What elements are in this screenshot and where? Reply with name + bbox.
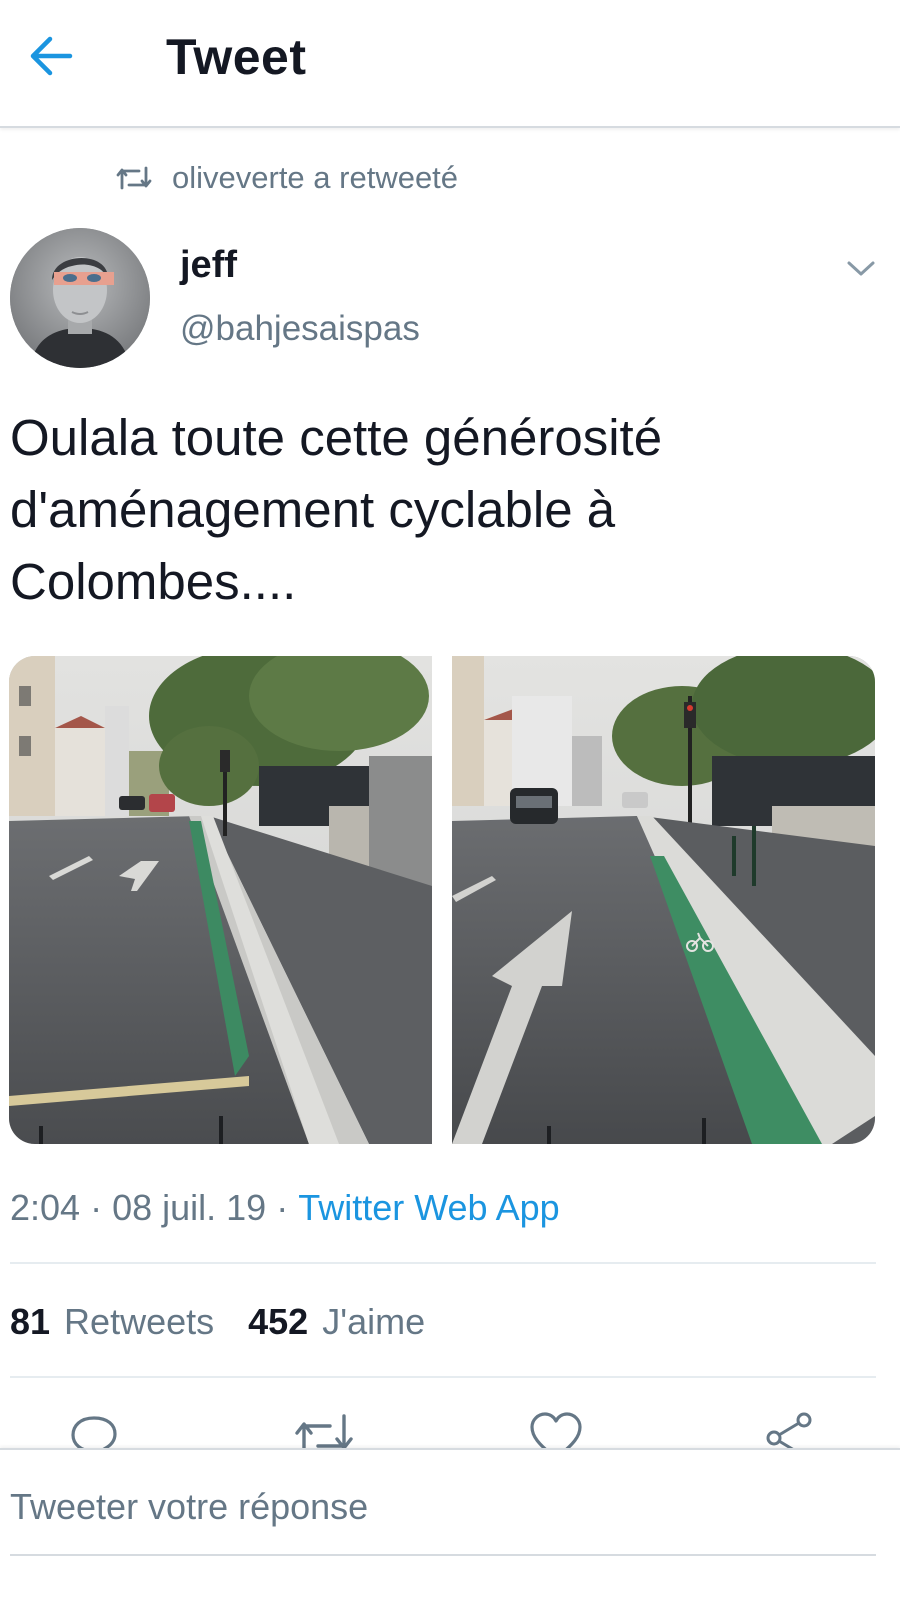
like-button[interactable] — [526, 1410, 586, 1452]
retweet-button[interactable] — [294, 1410, 354, 1452]
tweet-time: 2:04 — [10, 1187, 81, 1228]
meta-separator: · — [276, 1187, 289, 1228]
retweet-context-label: oliveverte a retweeté — [172, 160, 459, 195]
reply-input[interactable]: Tweeter votre réponse — [10, 1486, 870, 1542]
author-handle[interactable]: @bahjesaispas — [180, 309, 420, 349]
heart-icon — [530, 1412, 582, 1452]
reply-composer: Tweeter votre réponse — [0, 1448, 900, 1600]
tweet-source-link[interactable]: Twitter Web App — [298, 1187, 559, 1229]
tweet-photo-1[interactable] — [9, 656, 432, 1144]
bike-lane-street-photo — [452, 656, 875, 1144]
tweet-stats: 81 Retweets 452 J'aime — [10, 1300, 425, 1344]
share-icon — [766, 1412, 812, 1452]
retweets-stat[interactable]: 81 Retweets — [10, 1301, 214, 1343]
tweet-date: 08 juil. 19 — [112, 1187, 267, 1228]
app-header: Tweet — [0, 0, 900, 128]
bike-lane-street-photo — [9, 656, 432, 1144]
tweet-detail-screen: Tweet oliveverte a retweeté jeff @bahjes… — [0, 0, 900, 1600]
retweet-icon — [295, 1414, 353, 1452]
avatar-portrait — [10, 228, 150, 368]
likes-label: J'aime — [322, 1301, 426, 1342]
chevron-down-icon — [847, 261, 875, 276]
divider — [10, 1262, 876, 1264]
retweet-context[interactable]: oliveverte a retweeté — [116, 156, 458, 200]
meta-separator: · — [90, 1187, 103, 1228]
page-title: Tweet — [166, 29, 307, 85]
retweets-count: 81 — [10, 1301, 51, 1342]
tweet-text: Oulala toute cette générosité d'aménagem… — [10, 409, 663, 610]
avatar[interactable] — [10, 228, 150, 368]
back-arrow-icon — [30, 36, 73, 76]
tweet-options-button[interactable] — [836, 244, 886, 294]
likes-stat[interactable]: 452 J'aime — [248, 1301, 425, 1343]
likes-count: 452 — [248, 1301, 309, 1342]
reply-input-underline — [10, 1554, 876, 1556]
back-button[interactable] — [20, 28, 80, 84]
share-button[interactable] — [760, 1410, 820, 1452]
retweet-icon — [116, 166, 152, 190]
reply-button[interactable] — [64, 1410, 124, 1452]
author-name[interactable]: jeff — [180, 244, 237, 287]
reply-icon — [71, 1416, 117, 1452]
tweet-photo-2[interactable] — [452, 656, 875, 1144]
tweet-action-bar — [0, 1400, 900, 1452]
tweet-timestamp: 2:04 · 08 juil. 19 · Twitter Web App — [10, 1184, 560, 1232]
retweets-label: Retweets — [64, 1301, 215, 1342]
divider — [10, 1376, 876, 1378]
